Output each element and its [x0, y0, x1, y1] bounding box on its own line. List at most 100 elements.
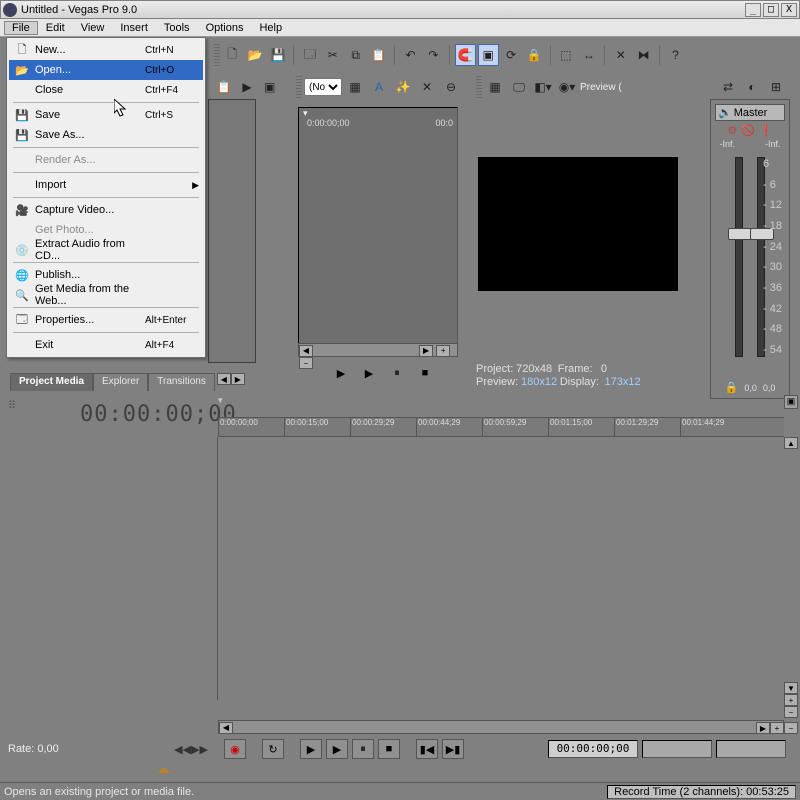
- vscroll-down-button[interactable]: ▼: [784, 682, 798, 694]
- insert-bus-button[interactable]: ⊞: [765, 76, 787, 98]
- show-video-button[interactable]: ▦: [344, 76, 366, 98]
- zoom-in-button[interactable]: +: [770, 722, 784, 734]
- timeline-ruler[interactable]: 0:00:00;00 00:00:15;00 00:00:29;29 00:00…: [218, 417, 784, 437]
- split-button[interactable]: ◧▾: [532, 76, 554, 98]
- add-button[interactable]: ✕: [416, 76, 438, 98]
- menu-file[interactable]: File: [4, 21, 38, 35]
- play-button[interactable]: ▶: [326, 739, 348, 759]
- save-button[interactable]: 💾: [268, 44, 289, 66]
- downmix-button[interactable]: ⇄: [717, 76, 739, 98]
- trimmer-scrollbar[interactable]: ◀ ▶ + −: [298, 343, 458, 357]
- dim-button[interactable]: ◐: [741, 76, 763, 98]
- scrub-control-icon[interactable]: ◀◀▶▶: [174, 743, 208, 756]
- project-media-panel[interactable]: [208, 99, 256, 363]
- scroll-right-button[interactable]: ▶: [419, 345, 433, 357]
- pause-button[interactable]: ⏸: [352, 739, 374, 759]
- zoom-out-button[interactable]: −: [784, 722, 798, 734]
- preview-quality-button[interactable]: ◉▾: [556, 76, 578, 98]
- menu-item-save-as[interactable]: 💾Save As...: [9, 125, 203, 145]
- menu-insert[interactable]: Insert: [112, 21, 156, 35]
- autoripple-button[interactable]: ▣: [478, 44, 499, 66]
- play-button[interactable]: ▶: [358, 363, 380, 383]
- open-button[interactable]: 📂: [245, 44, 266, 66]
- zoom-out-button[interactable]: −: [299, 357, 313, 369]
- ignore-event-button[interactable]: ⬚: [555, 44, 576, 66]
- drag-grip-icon[interactable]: ⠿: [8, 399, 16, 412]
- remove-button[interactable]: ⊖: [440, 76, 462, 98]
- menu-item-properties[interactable]: 🗔Properties...Alt+Enter: [9, 310, 203, 330]
- menu-item-import[interactable]: Import▶: [9, 175, 203, 195]
- trimmer-dropdown[interactable]: (No: [304, 78, 342, 96]
- zoom-in-button[interactable]: +: [436, 345, 450, 357]
- menu-item-save[interactable]: 💾SaveCtrl+S: [9, 105, 203, 125]
- paste-button[interactable]: 📋: [368, 44, 389, 66]
- pm-paste-button[interactable]: 📋: [214, 76, 235, 98]
- pm-stop-button[interactable]: ▣: [259, 76, 280, 98]
- vscroll-up-button[interactable]: ▲: [784, 437, 798, 449]
- copy-button[interactable]: ⧉: [345, 44, 366, 66]
- cursor-marker-icon[interactable]: ▾: [218, 395, 223, 406]
- stop-button[interactable]: ■: [378, 739, 400, 759]
- play-start-button[interactable]: ▶: [330, 363, 352, 383]
- selection-end[interactable]: [716, 740, 786, 758]
- menu-tools[interactable]: Tools: [156, 21, 198, 35]
- fx-button[interactable]: ✨: [392, 76, 414, 98]
- scroll-left-button[interactable]: ◀: [219, 722, 233, 734]
- pause-button[interactable]: ⏸: [386, 363, 408, 383]
- cut-button[interactable]: ✂: [322, 44, 343, 66]
- tab-explorer[interactable]: Explorer: [93, 373, 148, 391]
- solo-icon[interactable]: ❗: [759, 124, 773, 137]
- tab-project-media[interactable]: Project Media: [10, 373, 93, 391]
- lock-icon[interactable]: 🔒: [725, 381, 739, 394]
- lock-button[interactable]: 🔒: [524, 44, 545, 66]
- stop-button[interactable]: ■: [414, 363, 436, 383]
- menu-view[interactable]: View: [73, 21, 113, 35]
- text-button[interactable]: A: [368, 76, 390, 98]
- track-header-area[interactable]: [8, 437, 218, 700]
- mute-icon[interactable]: 🚫: [741, 124, 755, 137]
- transport-time[interactable]: 00:00:00;00: [548, 740, 638, 758]
- meter-right[interactable]: 6- 6- 12- 18- 24- 30- 36- 42- 48- 54: [757, 157, 765, 357]
- external-monitor-button[interactable]: 🖵: [508, 76, 530, 98]
- grip-icon[interactable]: [296, 76, 302, 98]
- timeline-scrollbar[interactable]: ◀: [218, 720, 784, 734]
- vzoom-in-button[interactable]: +: [784, 694, 798, 706]
- scroll-left-button[interactable]: ◀: [299, 345, 313, 357]
- go-start-button[interactable]: ▮◀: [416, 739, 438, 759]
- tool-normal-button[interactable]: ↔: [578, 44, 599, 66]
- scroll-right-button[interactable]: ▶: [756, 722, 770, 734]
- menu-item-close[interactable]: CloseCtrl+F4: [9, 80, 203, 100]
- vzoom-out-button[interactable]: −: [784, 706, 798, 718]
- undo-button[interactable]: ↶: [400, 44, 421, 66]
- play-from-start-button[interactable]: ▶: [300, 739, 322, 759]
- preview-fx-button[interactable]: ▦: [484, 76, 506, 98]
- tab-transitions[interactable]: Transitions: [148, 373, 215, 391]
- menu-item-get-media-from-the-web[interactable]: 🔍Get Media from the Web...: [9, 285, 203, 305]
- selection-start[interactable]: [642, 740, 712, 758]
- menu-item-publish[interactable]: 🌐Publish...: [9, 265, 203, 285]
- new-button[interactable]: 🗋: [222, 44, 243, 66]
- snap-button[interactable]: 🧲: [455, 44, 476, 66]
- fader-left[interactable]: [728, 228, 752, 240]
- menu-item-exit[interactable]: ExitAlt+F4: [9, 335, 203, 355]
- crossfade-button[interactable]: ✕: [610, 44, 631, 66]
- gear-icon[interactable]: ⚙: [727, 124, 737, 137]
- timeline-area[interactable]: [218, 437, 784, 700]
- maximize-button[interactable]: □: [763, 3, 779, 17]
- menu-item-extract-audio-from-cd[interactable]: 💿Extract Audio from CD...: [9, 240, 203, 260]
- redo-button[interactable]: ↷: [423, 44, 444, 66]
- menu-item-new[interactable]: 🗋New...Ctrl+N: [9, 40, 203, 60]
- timecode-display[interactable]: 00:00:00;00: [80, 402, 237, 427]
- rate-marker-icon[interactable]: [158, 761, 170, 773]
- record-button[interactable]: ◉: [224, 739, 246, 759]
- menu-item-capture-video[interactable]: 🎥Capture Video...: [9, 200, 203, 220]
- menu-options[interactable]: Options: [198, 21, 252, 35]
- grip-icon[interactable]: [214, 44, 220, 66]
- autocrossfade-button[interactable]: ⟳: [501, 44, 522, 66]
- properties-button[interactable]: 🗔: [299, 44, 320, 66]
- grip-icon[interactable]: [476, 76, 482, 98]
- tab-scroll-left[interactable]: ◀: [217, 373, 231, 385]
- menu-edit[interactable]: Edit: [38, 21, 73, 35]
- go-end-button[interactable]: ▶▮: [442, 739, 464, 759]
- loop-button[interactable]: ↻: [262, 739, 284, 759]
